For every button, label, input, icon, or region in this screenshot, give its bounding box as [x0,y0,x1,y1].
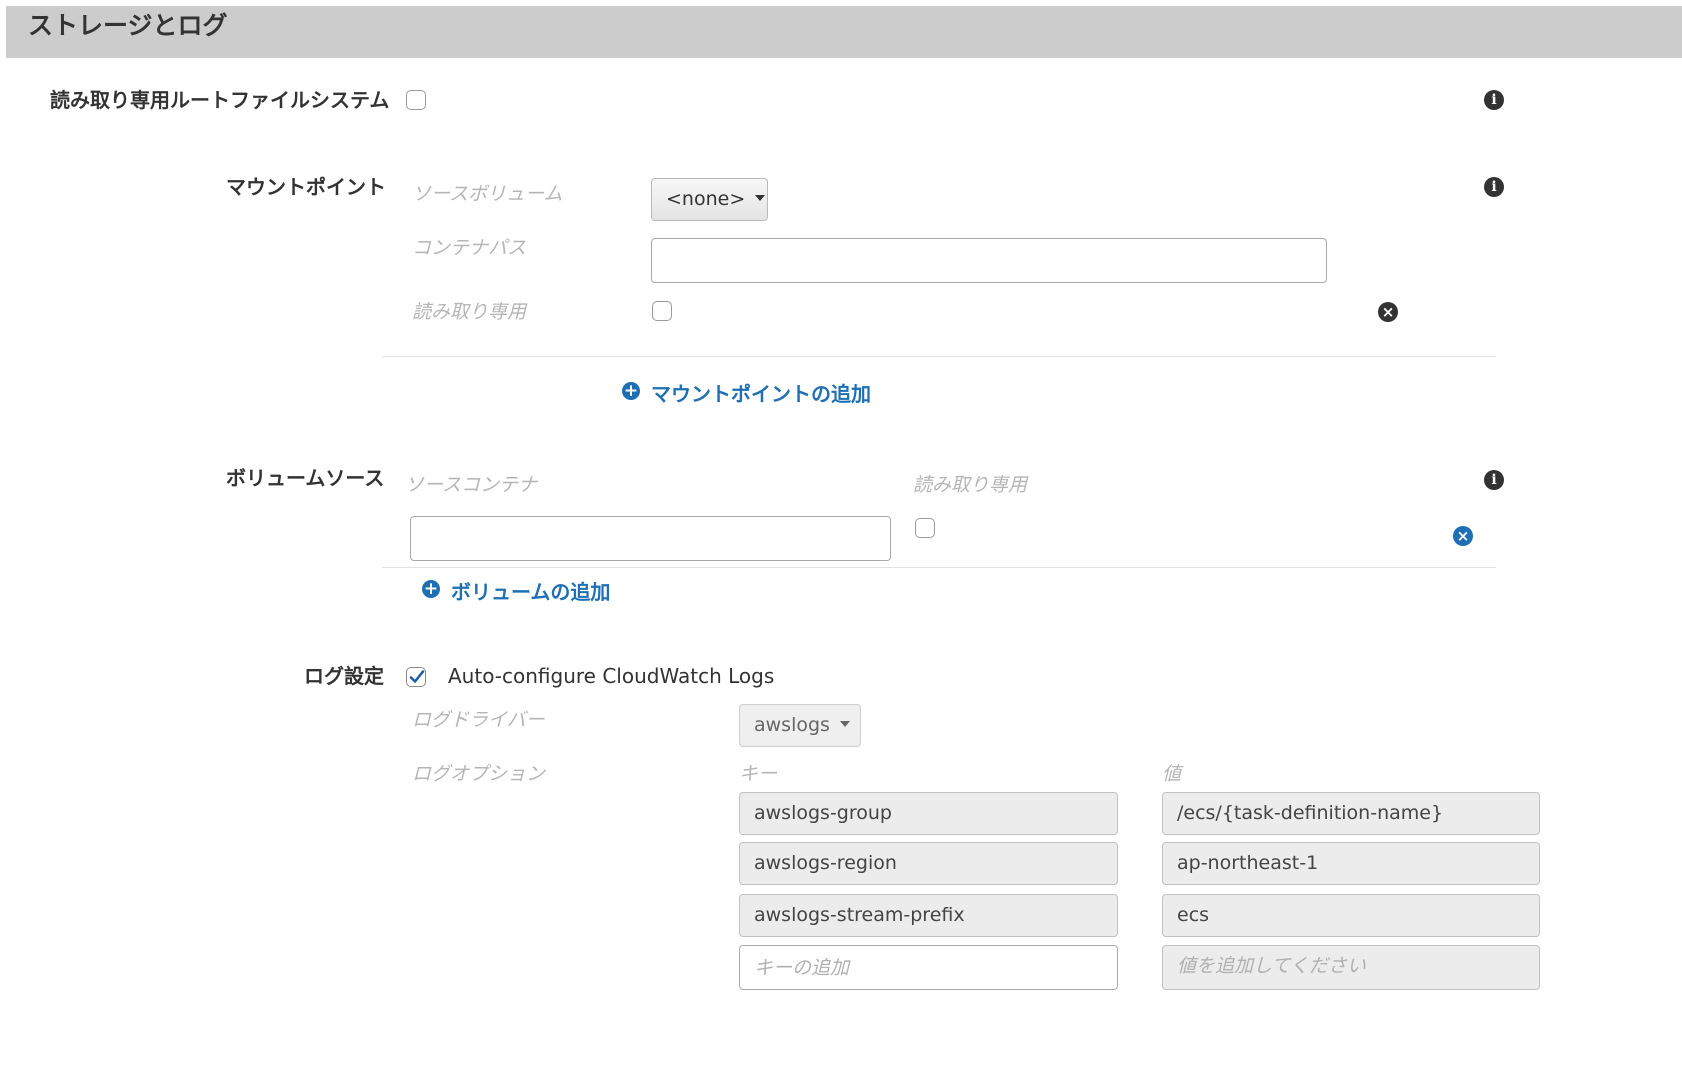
add-mount-point-link[interactable]: マウントポイントの追加 [651,380,871,408]
divider [382,567,1496,568]
source-container-input[interactable] [411,517,890,560]
section-title: ストレージとログ [28,11,228,40]
info-icon[interactable]: i [1484,470,1504,490]
volumes-readonly-checkbox[interactable] [915,518,935,538]
plus-circle-icon[interactable]: + [622,382,640,400]
log-options-label: ログオプション [412,763,546,785]
mount-points-label: マウントポイント [226,175,386,199]
checkmark-icon [409,670,425,683]
readonly-root-label: 読み取り専用ルートファイルシステム [50,88,390,112]
info-icon[interactable]: i [1484,177,1504,197]
source-volume-label: ソースボリューム [412,183,563,205]
volumes-readonly-label: 読み取り専用 [913,474,1028,496]
mount-readonly-checkbox[interactable] [652,301,672,321]
mount-readonly-label: 読み取り専用 [412,301,527,323]
caret-down-icon [839,720,850,727]
info-icon[interactable]: i [1484,90,1504,110]
readonly-root-checkbox[interactable] [406,90,426,110]
auto-configure-label: Auto-configure CloudWatch Logs [448,664,775,688]
add-value-input[interactable]: 値を追加してください [1162,945,1540,990]
source-volume-value: <none> [666,188,746,210]
source-volume-dropdown[interactable]: <none> [651,178,768,221]
source-container-input-wrap [410,516,891,561]
add-key-input[interactable] [740,946,1117,989]
add-volume-link[interactable]: ボリュームの追加 [451,578,610,606]
log-config-label: ログ設定 [304,664,384,688]
log-option-value[interactable]: ecs [1162,894,1540,937]
source-container-label: ソースコンテナ [405,474,538,496]
log-option-value[interactable]: ap-northeast-1 [1162,842,1540,885]
plus-circle-icon[interactable]: + [422,580,440,598]
container-path-input[interactable] [652,239,1326,282]
log-driver-value: awslogs [754,714,830,736]
container-path-label: コンテナパス [412,237,527,259]
add-key-input-wrap [739,945,1118,990]
caret-down-icon [755,194,766,201]
remove-icon[interactable]: × [1378,302,1398,322]
log-option-key[interactable]: awslogs-group [739,792,1118,835]
section-header [6,6,1682,58]
volumes-from-label: ボリュームソース [226,466,385,490]
log-option-key[interactable]: awslogs-stream-prefix [739,894,1118,937]
log-driver-dropdown[interactable]: awslogs [739,704,861,747]
log-option-value[interactable]: /ecs/{task-definition-name} [1162,792,1540,835]
container-path-input-wrap [651,238,1327,283]
key-column-header: キー [739,763,778,785]
log-option-key[interactable]: awslogs-region [739,842,1118,885]
log-driver-label: ログドライバー [412,709,545,731]
auto-configure-checkbox[interactable] [406,667,426,687]
value-column-header: 値 [1162,763,1182,785]
remove-icon[interactable]: × [1453,526,1473,546]
divider [382,356,1496,357]
